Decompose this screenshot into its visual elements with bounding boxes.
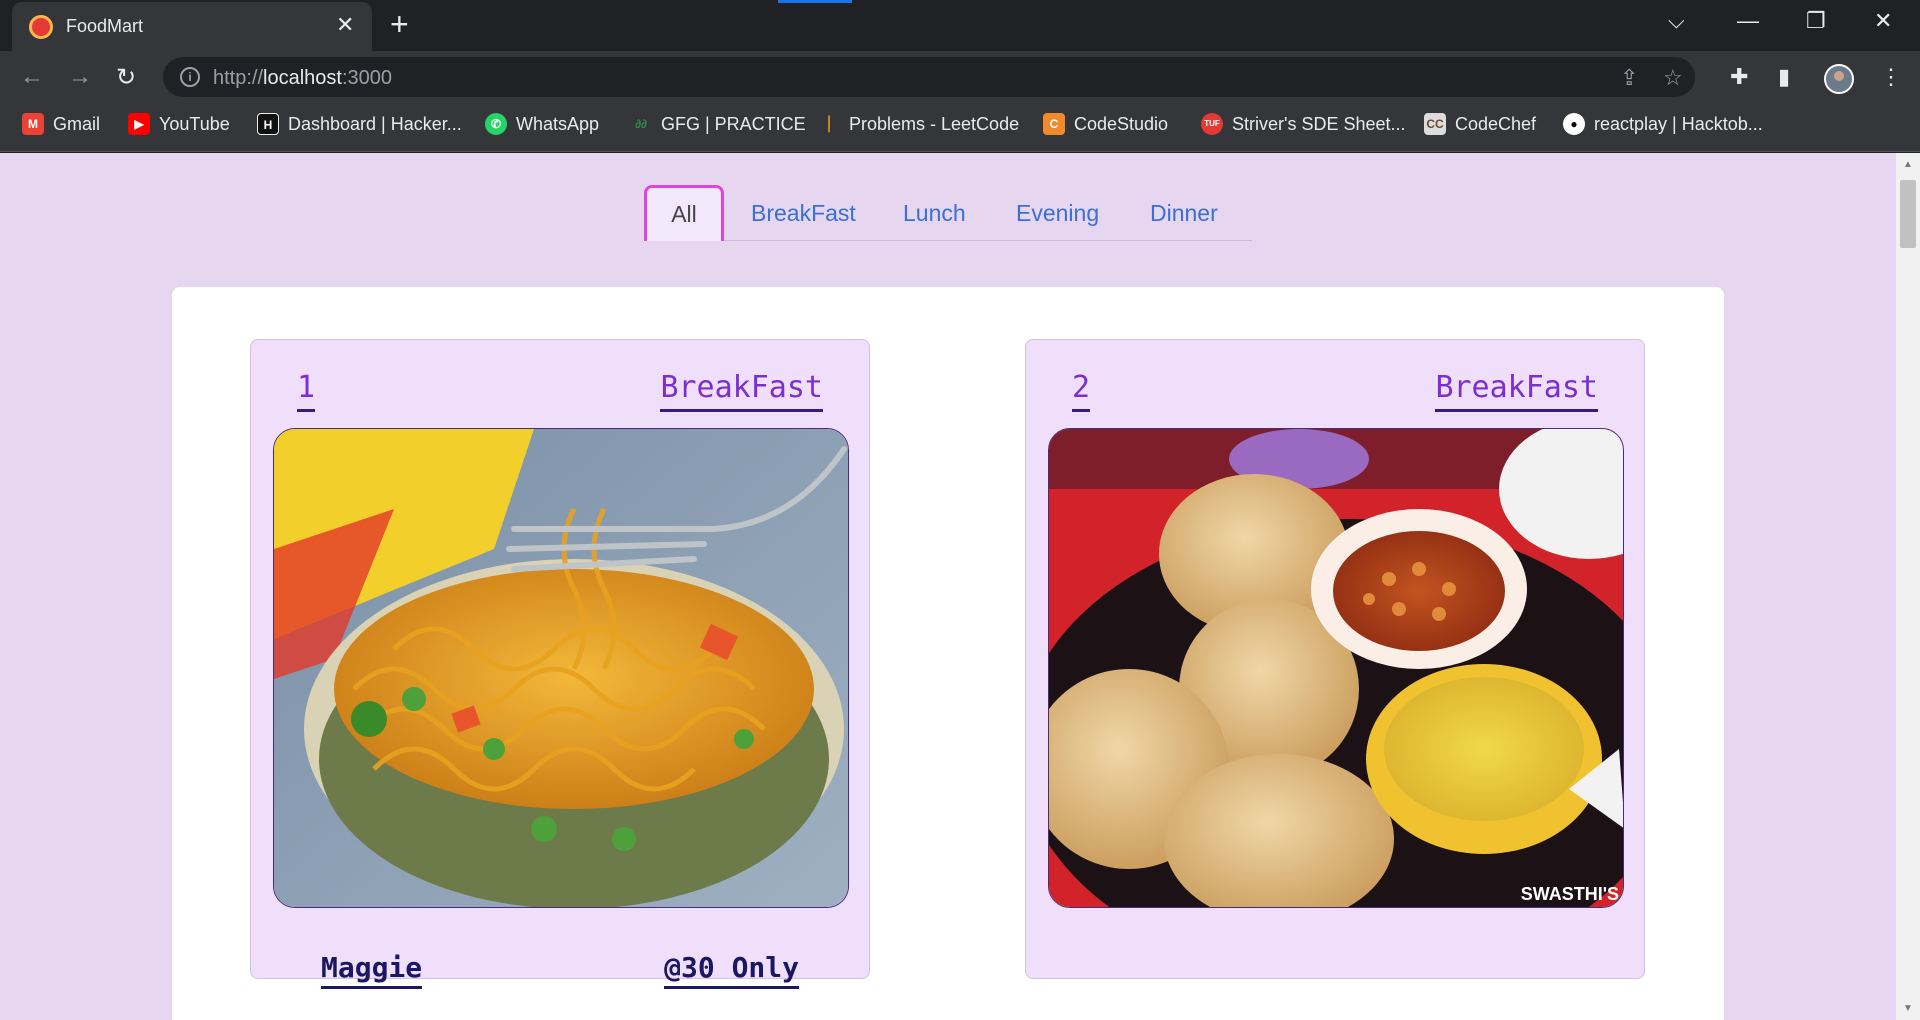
close-window-icon[interactable]: ✕ (1874, 8, 1892, 34)
leetcode-icon: ᛁ (823, 114, 835, 134)
tab-search-chevron-icon[interactable]: ⌵ (1668, 8, 1685, 34)
food-card: 1 BreakFast Maggie @30 Only (250, 339, 870, 989)
foodmart-favicon-icon (29, 15, 53, 39)
extensions-puzzle-icon[interactable]: ✚ (1730, 64, 1748, 90)
bookmark-reactplay[interactable]: ● reactplay | Hacktob... (1563, 113, 1763, 135)
codechef-icon: CC (1424, 113, 1446, 135)
browser-tab[interactable]: FoodMart ✕ (12, 2, 372, 51)
gmail-icon: M (22, 113, 44, 135)
bookmark-youtube[interactable]: ▶ YouTube (128, 113, 230, 135)
bookmark-codestudio[interactable]: C CodeStudio (1043, 113, 1168, 135)
loading-indicator (778, 0, 852, 3)
menu-item-breakfast[interactable]: BreakFast (751, 185, 856, 241)
menu-item-dinner[interactable]: Dinner (1150, 185, 1218, 241)
youtube-icon: ▶ (128, 113, 150, 135)
share-icon[interactable]: ⇪ (1620, 65, 1638, 91)
forward-icon[interactable]: → (68, 63, 92, 91)
bookmark-whatsapp[interactable]: ✆ WhatsApp (485, 113, 599, 135)
side-panel-icon[interactable]: ▮ (1778, 64, 1790, 90)
scroll-down-arrow-icon[interactable]: ▼ (1903, 1003, 1913, 1014)
bookmark-striver[interactable]: TUF Striver's SDE Sheet... (1201, 113, 1406, 135)
gfg-icon: ∂∂ (635, 117, 647, 131)
bookmark-gmail[interactable]: M Gmail (22, 113, 100, 135)
profile-avatar[interactable] (1824, 64, 1854, 94)
site-info-icon[interactable]: i (180, 67, 200, 87)
reload-icon[interactable]: ↻ (116, 63, 136, 92)
food-card: 2 BreakFast SWASTHI'S (1025, 339, 1645, 979)
menu-item-lunch[interactable]: Lunch (903, 185, 966, 241)
card-category: BreakFast (660, 370, 823, 412)
maggie-noodles-image (273, 428, 849, 908)
restore-icon[interactable]: ❐ (1806, 8, 1826, 34)
close-tab-icon[interactable]: ✕ (336, 12, 354, 38)
bookmark-gfg[interactable]: ∂∂ GFG | PRACTICE (630, 113, 806, 135)
url-text[interactable]: http://localhost:3000 (213, 67, 392, 90)
bookmark-leetcode[interactable]: ᛁ Problems - LeetCode (818, 113, 1020, 135)
image-watermark: SWASTHI'S (1520, 884, 1619, 904)
tuf-icon: TUF (1201, 113, 1223, 135)
bookmark-codechef[interactable]: CC CodeChef (1424, 113, 1536, 135)
menu-kebab-icon[interactable]: ⋮ (1880, 64, 1902, 90)
github-icon: ● (1563, 113, 1585, 135)
bookmark-star-icon[interactable]: ☆ (1663, 65, 1683, 91)
page-viewport: All BreakFast Lunch Evening Dinner 1 Bre… (0, 153, 1896, 1020)
page-scrollbar[interactable]: ▲ ▼ (1896, 153, 1920, 1020)
food-grid-panel: 1 BreakFast Maggie @30 Only 2 BreakFast … (172, 287, 1724, 1020)
scroll-up-arrow-icon[interactable]: ▲ (1903, 159, 1913, 170)
address-bar[interactable]: i http://localhost:3000 ⇪ ☆ (163, 57, 1695, 97)
minimize-icon[interactable]: — (1737, 8, 1759, 34)
scroll-thumb[interactable] (1900, 180, 1916, 248)
back-icon[interactable]: ← (20, 63, 44, 91)
poori-chole-image: SWASTHI'S (1048, 428, 1624, 908)
bookmarks-bar: M Gmail ▶ YouTube H Dashboard | Hacker..… (0, 102, 1920, 152)
card-id: 2 (1072, 370, 1091, 412)
codestudio-icon: C (1043, 113, 1065, 135)
bookmark-hackerrank[interactable]: H Dashboard | Hacker... (257, 113, 462, 135)
category-menu: All BreakFast Lunch Evening Dinner (644, 185, 1252, 241)
menu-item-evening[interactable]: Evening (1016, 185, 1099, 241)
browser-toolbar: ← → ↻ i http://localhost:3000 ⇪ ☆ ✚ ▮ ⋮ (0, 51, 1920, 102)
browser-tabstrip: FoodMart ✕ + ⌵ — ❐ ✕ (0, 0, 1920, 51)
card-category: BreakFast (1435, 370, 1598, 412)
card-id: 1 (297, 370, 316, 412)
new-tab-icon[interactable]: + (390, 6, 409, 43)
card-food-name: Maggie (321, 951, 423, 989)
whatsapp-icon: ✆ (485, 113, 507, 135)
menu-item-all[interactable]: All (644, 185, 724, 241)
card-food-price: @30 Only (664, 951, 799, 989)
hackerrank-icon: H (257, 113, 279, 135)
tab-title: FoodMart (66, 16, 144, 36)
